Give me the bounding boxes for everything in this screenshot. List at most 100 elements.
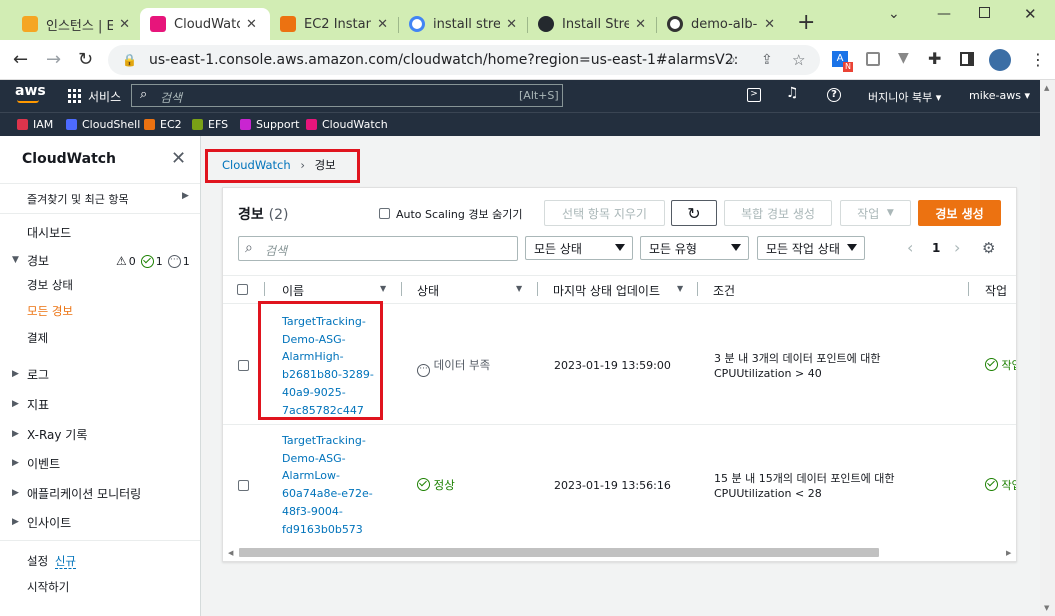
caret-right-icon[interactable]: ▶: [12, 458, 19, 468]
tab-instances[interactable]: 인스턴스 | E ✕: [12, 8, 140, 40]
column-header-actions[interactable]: 작업: [985, 282, 1007, 299]
sidebar-item-favorites[interactable]: 즐겨찾기 및 최근 항목: [27, 191, 129, 207]
reload-icon[interactable]: ↻: [78, 49, 93, 70]
services-menu[interactable]: 서비스: [88, 88, 121, 105]
puzzle-icon[interactable]: ✚: [928, 49, 941, 68]
sort-icon[interactable]: ▼: [677, 284, 683, 293]
hide-asg-checkbox[interactable]: [379, 208, 390, 219]
alarm-name-link[interactable]: TargetTracking- Demo-ASG- AlarmLow- 60a7…: [282, 432, 373, 538]
state-filter-select[interactable]: 모든 상태: [525, 236, 633, 260]
caret-right-icon[interactable]: ▶: [12, 429, 19, 439]
tab-install-stress-google[interactable]: install stres ✕: [399, 8, 527, 40]
favorite-support[interactable]: Support: [240, 118, 299, 131]
refresh-button[interactable]: ↻: [671, 200, 717, 226]
type-filter-select[interactable]: 모든 유형: [640, 236, 749, 260]
scrollbar-thumb[interactable]: [239, 548, 879, 557]
page-number[interactable]: 1: [932, 241, 940, 255]
new-tab-button[interactable]: +: [797, 10, 815, 35]
search-icon: ⌕: [245, 240, 253, 256]
close-icon[interactable]: ✕: [635, 17, 646, 32]
caret-right-icon[interactable]: ▶: [12, 369, 19, 379]
aws-logo[interactable]: aws: [15, 83, 46, 99]
column-header-state[interactable]: 상태: [417, 282, 439, 299]
forward-icon[interactable]: →: [46, 49, 61, 70]
share-icon[interactable]: ⇪: [761, 52, 773, 68]
create-composite-alarm-button[interactable]: 복합 경보 생성: [724, 200, 832, 226]
sidebar-item-app-monitoring[interactable]: 애플리케이션 모니터링: [27, 485, 141, 502]
cloudshell-icon[interactable]: >: [747, 88, 761, 102]
tab-cloudwatch[interactable]: CloudWatch ✕: [140, 8, 270, 40]
sort-icon[interactable]: ▼: [516, 284, 522, 293]
bookmark-star-icon[interactable]: ☆: [792, 51, 805, 69]
row-checkbox[interactable]: [238, 360, 249, 371]
select-all-checkbox[interactable]: [237, 284, 248, 295]
caret-right-icon[interactable]: ▶: [12, 488, 19, 498]
help-icon[interactable]: ?: [827, 88, 841, 102]
caret-right-icon[interactable]: ▶: [12, 517, 19, 527]
aws-search-input[interactable]: ⌕ 검색 [Alt+S]: [131, 84, 563, 107]
sidebar-item-settings[interactable]: 설정 신규: [27, 553, 76, 569]
column-header-name[interactable]: 이름: [282, 282, 304, 299]
minimize-icon[interactable]: —: [937, 6, 951, 22]
action-filter-select[interactable]: 모든 작업 상태: [757, 236, 865, 260]
sidebar-item-events[interactable]: 이벤트: [27, 455, 60, 472]
caret-down-icon[interactable]: ▼: [12, 255, 19, 265]
favorite-ec2[interactable]: EC2: [144, 118, 182, 131]
sidepanel-icon[interactable]: [960, 52, 974, 66]
maximize-icon[interactable]: [979, 7, 990, 18]
sort-icon[interactable]: ▼: [380, 284, 386, 293]
region-selector[interactable]: 버지니아 북부 ▾: [868, 89, 941, 105]
close-sidebar-icon[interactable]: ✕: [171, 148, 186, 169]
bell-icon[interactable]: ♫: [786, 85, 799, 101]
services-grid-icon[interactable]: [68, 89, 82, 103]
clear-selection-button[interactable]: 선택 항목 지우기: [544, 200, 665, 226]
row-checkbox[interactable]: [238, 480, 249, 491]
table-horizontal-scrollbar[interactable]: ◀ ▶: [223, 545, 1016, 560]
tab-demo-alb[interactable]: demo-alb-8 ✕: [657, 8, 785, 40]
browser-tab-strip: 인스턴스 | E ✕ CloudWatch ✕ EC2 Instanc ✕ in…: [0, 0, 1055, 40]
alarm-search-input[interactable]: ⌕ 검색: [238, 236, 518, 261]
tab-install-stress-github[interactable]: Install Stres ✕: [528, 8, 656, 40]
sidebar-item-alarms[interactable]: 경보: [27, 252, 49, 269]
caret-right-icon[interactable]: ▶: [182, 191, 189, 201]
caret-right-icon[interactable]: ▶: [12, 399, 19, 409]
back-icon[interactable]: ←: [13, 49, 28, 70]
close-icon[interactable]: ✕: [764, 17, 775, 32]
menu-icon[interactable]: ⋮: [1030, 50, 1046, 69]
sidebar-item-dashboard[interactable]: 대시보드: [27, 224, 71, 241]
account-menu[interactable]: mike-aws ▾: [969, 89, 1030, 102]
avatar[interactable]: [989, 49, 1011, 71]
close-icon[interactable]: ✕: [119, 17, 130, 32]
next-page-icon[interactable]: ›: [954, 238, 960, 257]
close-icon[interactable]: ✕: [246, 17, 257, 32]
extension-icon[interactable]: [866, 52, 880, 66]
page-scrollbar[interactable]: ▲ ▼: [1040, 80, 1055, 616]
favorite-cloudwatch[interactable]: CloudWatch: [306, 118, 388, 131]
column-header-last-update[interactable]: 마지막 상태 업데이트: [553, 282, 660, 299]
tab-ec2-instance[interactable]: EC2 Instanc ✕: [270, 8, 398, 40]
close-icon[interactable]: ✕: [377, 17, 388, 32]
vpn-extension-icon[interactable]: ▼: [898, 50, 909, 66]
sidebar-item-billing[interactable]: 결제: [27, 330, 48, 346]
window-close-icon[interactable]: ✕: [1024, 5, 1037, 23]
close-icon[interactable]: ✕: [506, 17, 517, 32]
conditions-cell: 3 분 내 3개의 데이터 포인트에 대한 CPUUtilization > 4…: [714, 352, 881, 380]
prev-page-icon[interactable]: ‹: [907, 238, 913, 257]
create-alarm-button[interactable]: 경보 생성: [918, 200, 1001, 226]
settings-gear-icon[interactable]: ⚙: [982, 239, 995, 257]
address-bar[interactable]: 🔒 us-east-1.console.aws.amazon.com/cloud…: [108, 45, 820, 75]
sidebar-item-metrics[interactable]: 지표: [27, 396, 49, 413]
sidebar-item-all-alarms[interactable]: 모든 경보: [27, 303, 73, 319]
sidebar-item-alarm-state[interactable]: 경보 상태: [27, 277, 73, 293]
favorite-cloudshell[interactable]: CloudShell: [66, 118, 140, 131]
sidebar-item-getting-started[interactable]: 시작하기: [27, 579, 69, 595]
sidebar-item-xray[interactable]: X-Ray 기록: [27, 426, 87, 443]
actions-button[interactable]: 작업 ▼: [840, 200, 911, 226]
tab-search-icon[interactable]: ⌄: [888, 6, 900, 22]
sidebar-item-insights[interactable]: 인사이트: [27, 514, 71, 531]
favorite-iam[interactable]: IAM: [17, 118, 53, 131]
column-header-conditions[interactable]: 조건: [713, 282, 735, 299]
sidebar-item-logs[interactable]: 로그: [27, 366, 49, 383]
zoom-icon[interactable]: ⌕: [728, 52, 736, 68]
favorite-efs[interactable]: EFS: [192, 118, 228, 131]
